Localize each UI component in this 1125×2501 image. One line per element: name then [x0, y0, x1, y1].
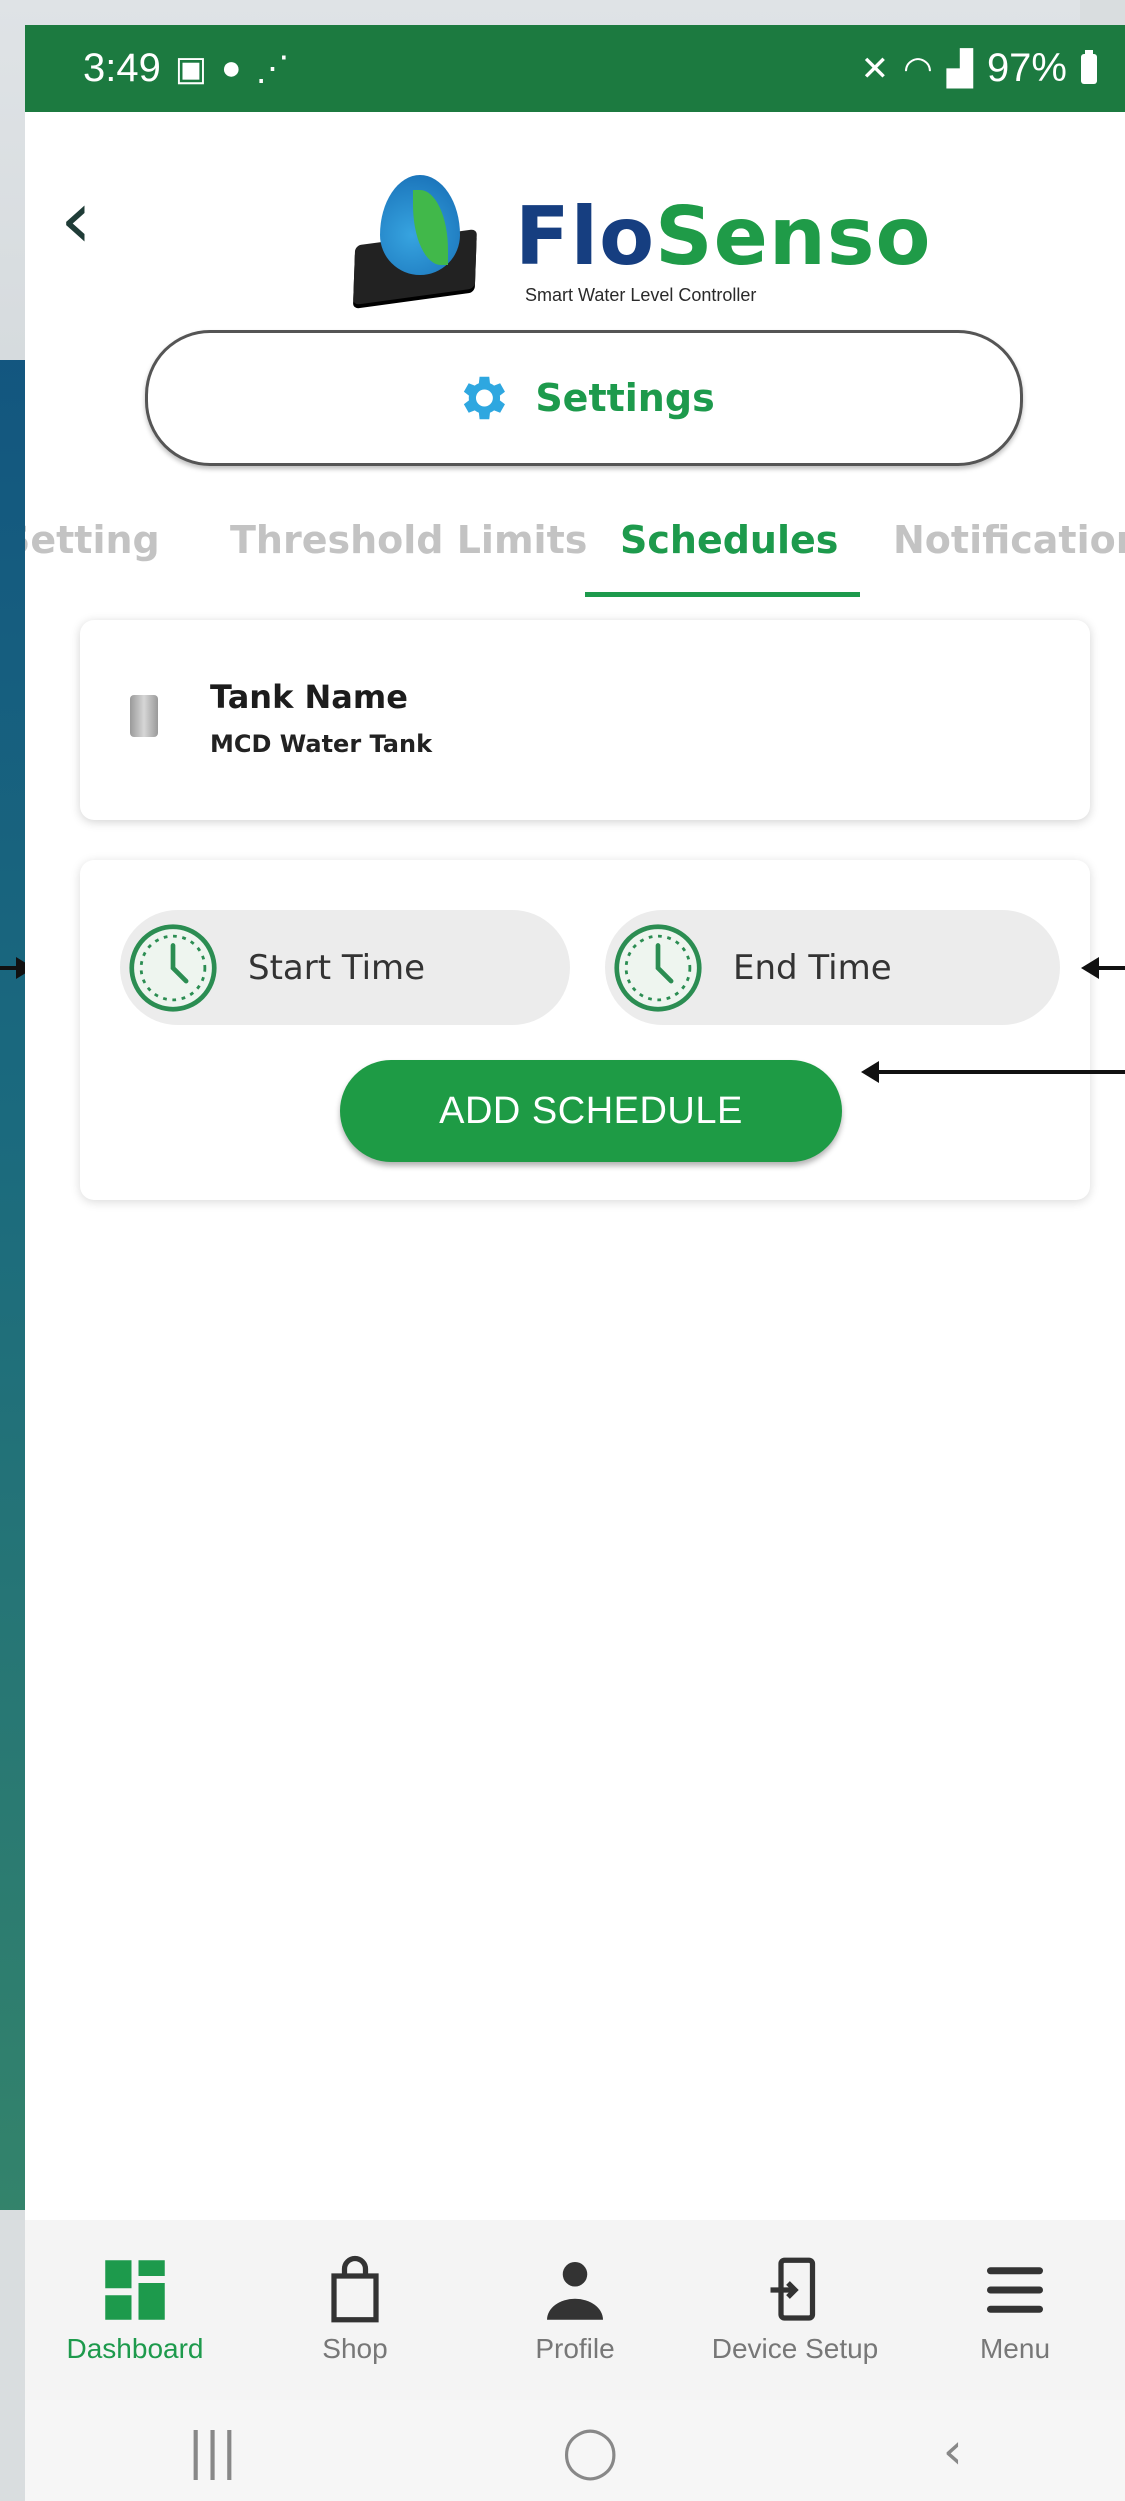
annotation-arrow-add-schedule	[861, 1061, 1125, 1083]
tab-setting[interactable]: Setting	[25, 518, 160, 562]
clock-icon	[614, 923, 702, 1012]
shopping-bag-icon	[331, 2255, 379, 2323]
nav-label-menu: Menu	[979, 2333, 1051, 2364]
brand-name: FloSenso	[515, 190, 931, 283]
home-button[interactable]: ◯	[562, 2422, 618, 2480]
gear-icon	[464, 376, 506, 420]
nav-menu[interactable]: Menu	[915, 2255, 1115, 2365]
tank-icon	[130, 695, 158, 737]
annotation-arrow-end-time	[1081, 957, 1125, 979]
tab-schedules[interactable]: Schedules	[620, 518, 838, 562]
status-bar: 3:49 ▣ ● ⋰ ✕ ◠ ▟ 97%	[25, 25, 1125, 112]
account-icon: ●	[220, 49, 242, 87]
tank-card: Tank Name MCD Water Tank	[80, 620, 1090, 820]
active-tab-indicator	[585, 592, 860, 597]
brand-flo: Flo	[515, 190, 656, 283]
battery-percent: 97%	[986, 46, 1067, 90]
settings-label: Settings	[535, 376, 715, 420]
signal-icon: ▟	[946, 49, 973, 88]
recents-button[interactable]: |||	[187, 2422, 238, 2480]
tank-name-value: MCD Water Tank	[210, 730, 433, 758]
menu-icon	[987, 2267, 1043, 2313]
add-schedule-button[interactable]: ADD SCHEDULE	[340, 1060, 842, 1162]
tank-name-label: Tank Name	[210, 678, 408, 716]
nav-dashboard[interactable]: Dashboard	[35, 2255, 235, 2365]
back-chevron-icon[interactable]: ‹	[60, 180, 120, 265]
nav-label-dashboard: Dashboard	[66, 2333, 204, 2364]
brand-logo: FloSenso Smart Water Level Controller	[315, 145, 930, 325]
status-time: 3:49	[83, 46, 161, 90]
nav-label-shop: Shop	[322, 2333, 388, 2364]
bottom-navigation: Dashboard Shop Profile Device Setup Menu	[25, 2220, 1125, 2400]
clock-icon	[129, 923, 217, 1012]
nav-label-profile: Profile	[535, 2333, 615, 2364]
battery-icon	[1081, 49, 1097, 84]
mute-icon: ✕	[860, 49, 890, 88]
system-back-button[interactable]: ‹	[943, 2422, 963, 2480]
nav-shop[interactable]: Shop	[255, 2255, 455, 2365]
end-time-label: End Time	[733, 947, 892, 988]
gallery-icon: ▣	[174, 49, 207, 88]
profile-icon	[547, 2262, 603, 2320]
tab-notification[interactable]: Notification	[893, 518, 1125, 562]
end-time-field[interactable]: End Time	[605, 910, 1060, 1025]
brand-tagline: Smart Water Level Controller	[525, 285, 757, 305]
settings-button[interactable]: Settings	[145, 330, 1023, 466]
nav-device-setup[interactable]: Device Setup	[695, 2255, 895, 2365]
settings-tabs: Setting Threshold Limits Schedules Notif…	[25, 500, 1125, 610]
start-time-label: Start Time	[248, 947, 426, 988]
phone-screen: 3:49 ▣ ● ⋰ ✕ ◠ ▟ 97% ‹ FloSenso Smart Wa…	[25, 25, 1125, 2501]
brand-senso: Senso	[655, 190, 932, 283]
signal-activity-icon: ⋰	[255, 49, 290, 88]
nav-profile[interactable]: Profile	[475, 2255, 675, 2365]
schedule-card: Start Time End Time ADD SCHEDULE	[80, 860, 1090, 1200]
wifi-icon: ◠	[903, 49, 933, 88]
start-time-field[interactable]: Start Time	[120, 910, 570, 1025]
system-navigation-bar: ||| ◯ ‹	[25, 2400, 1125, 2501]
dashboard-icon	[105, 2260, 165, 2320]
tab-threshold-limits[interactable]: Threshold Limits	[230, 518, 587, 562]
nav-label-device-setup: Device Setup	[711, 2333, 879, 2364]
device-setup-icon	[770, 2257, 816, 2321]
